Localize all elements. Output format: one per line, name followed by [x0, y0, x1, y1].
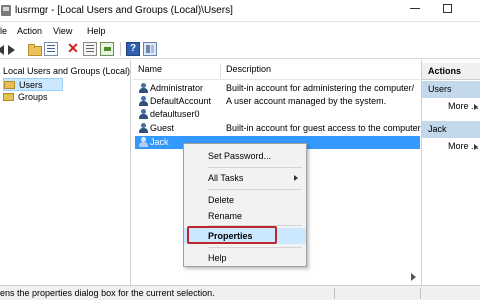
title-bar: lusrmgr - [Local Users and Groups (Local… — [0, 0, 480, 22]
menu-file[interactable]: le — [0, 26, 7, 36]
tree-root-label: Local Users and Groups (Local) — [3, 66, 131, 76]
column-header-description[interactable]: Description — [226, 64, 271, 79]
menu-separator — [208, 167, 302, 168]
menu-separator — [208, 247, 302, 248]
submenu-arrow-icon — [294, 175, 298, 181]
show-hide-tree-icon[interactable] — [44, 42, 58, 56]
menu-item-help[interactable]: Help — [184, 250, 306, 266]
menu-separator — [208, 189, 302, 190]
menu-view[interactable]: View — [53, 26, 72, 36]
tree-item-users[interactable]: Users — [3, 78, 63, 91]
menu-item-label: Delete — [208, 195, 235, 205]
actions-section-users[interactable]: Users — [422, 81, 480, 98]
menu-item-label: Set Password... — [208, 151, 272, 161]
user-description: A user account managed by the system. — [226, 96, 387, 106]
export-list-icon[interactable] — [100, 42, 114, 56]
actions-pane: Actions Users More ... Jack More ... — [421, 60, 480, 285]
tree-item-label: Users — [19, 80, 43, 90]
user-name: defaultuser0 — [150, 109, 200, 119]
user-icon — [138, 123, 149, 134]
menu-item-label: Rename — [208, 211, 243, 221]
status-bar: ens the properties dialog box for the cu… — [0, 285, 480, 300]
properties-highlight-box — [187, 226, 277, 244]
menu-item-label: All Tasks — [208, 173, 244, 183]
menu-item-set-password[interactable]: Set Password... — [184, 148, 306, 164]
menu-item-all-tasks[interactable]: All Tasks — [184, 170, 306, 186]
status-divider — [334, 288, 335, 299]
user-icon — [138, 109, 149, 120]
actions-title: Actions — [422, 63, 480, 80]
column-divider[interactable] — [220, 64, 221, 78]
chevron-right-icon — [474, 144, 478, 150]
forward-arrow-icon[interactable] — [8, 45, 15, 55]
user-name: Guest — [150, 123, 175, 133]
menu-item-rename[interactable]: Rename — [184, 208, 306, 224]
user-description: Built-in account for guest access to the… — [226, 123, 421, 133]
table-row[interactable]: DefaultAccount A user account managed by… — [135, 95, 420, 108]
delete-icon[interactable]: ✕ — [66, 41, 80, 55]
status-text: ens the properties dialog box for the cu… — [0, 288, 215, 298]
user-icon — [138, 96, 149, 107]
menu-item-label: Help — [208, 253, 227, 263]
up-folder-icon[interactable] — [27, 42, 42, 56]
maximize-icon[interactable] — [443, 4, 452, 13]
app-icon — [1, 5, 11, 16]
folder-icon — [4, 81, 15, 89]
properties-icon[interactable] — [83, 42, 97, 56]
table-row[interactable]: defaultuser0 — [135, 108, 420, 121]
window-title: lusrmgr - [Local Users and Groups (Local… — [15, 5, 233, 16]
toolbar-separator — [120, 42, 121, 56]
user-icon — [138, 137, 149, 148]
user-name: Jack — [150, 137, 169, 147]
column-header-name[interactable]: Name — [138, 64, 162, 79]
folder-icon — [3, 93, 14, 101]
tree-item-label: Groups — [18, 92, 48, 102]
status-divider — [420, 288, 421, 299]
toolbar: ✕ ? — [0, 39, 480, 59]
table-row[interactable]: Administrator Built-in account for admin… — [135, 82, 420, 95]
back-arrow-icon[interactable] — [0, 45, 4, 55]
context-menu: Set Password... All Tasks Delete Rename … — [183, 143, 307, 267]
menu-bar: le Action View Help — [0, 22, 480, 39]
user-icon — [138, 83, 149, 94]
user-name: Administrator — [150, 83, 204, 93]
actions-section-jack[interactable]: Jack — [422, 121, 480, 138]
scroll-right-icon[interactable] — [411, 273, 416, 281]
menu-action[interactable]: Action — [17, 26, 42, 36]
tree-pane: Local Users and Groups (Local) Users Gro… — [0, 60, 131, 285]
help-icon[interactable]: ? — [126, 42, 140, 56]
menu-help[interactable]: Help — [87, 26, 106, 36]
minimize-icon[interactable] — [410, 8, 420, 9]
header-divider — [133, 79, 420, 80]
action-pane-icon[interactable] — [143, 42, 157, 56]
user-name: DefaultAccount — [150, 96, 212, 106]
menu-item-delete[interactable]: Delete — [184, 192, 306, 208]
user-description: Built-in account for administering the c… — [226, 83, 415, 93]
chevron-right-icon — [474, 104, 478, 110]
table-row[interactable]: Guest Built-in account for guest access … — [135, 122, 421, 135]
